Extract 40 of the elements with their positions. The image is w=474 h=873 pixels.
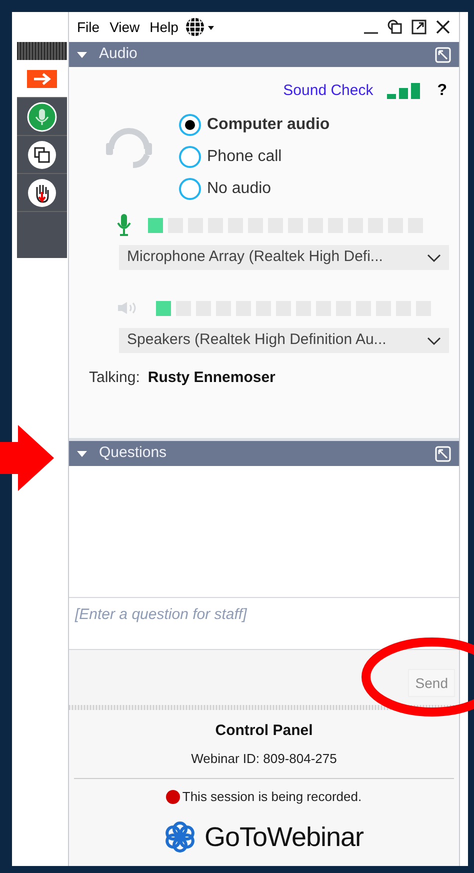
grip-handle[interactable] xyxy=(17,42,67,60)
sound-check-link[interactable]: Sound Check xyxy=(283,80,374,102)
undock-icon[interactable] xyxy=(435,446,451,462)
undock-icon[interactable] xyxy=(435,46,451,62)
webinar-id: Webinar ID: 809-804-275 xyxy=(191,750,337,768)
collapse-triangle-icon xyxy=(77,50,87,58)
radio-label: Computer audio xyxy=(207,115,330,135)
microphone-icon xyxy=(27,102,57,132)
radio-label: No audio xyxy=(207,179,272,199)
flower-logo-icon xyxy=(164,820,196,853)
talking-label: Talking: xyxy=(89,368,140,388)
talking-name: Rusty Ennemoser xyxy=(148,368,276,388)
radio-button[interactable] xyxy=(179,146,201,168)
annotation-arrow xyxy=(0,425,54,491)
radio-label: Phone call xyxy=(207,147,282,167)
windows-icon[interactable] xyxy=(387,19,403,35)
panel-title: Control Panel xyxy=(215,721,313,741)
section-title: Questions xyxy=(99,443,167,464)
speakers-dropdown[interactable]: Speakers (Realtek High Definition Au... xyxy=(119,328,449,353)
raised-hand-icon xyxy=(27,178,57,208)
chevron-down-icon xyxy=(427,336,441,346)
close-icon[interactable] xyxy=(435,19,451,35)
collapse-triangle-icon xyxy=(77,450,87,458)
logo-text: GoToWebinar xyxy=(204,820,364,854)
radio-option[interactable]: Computer audio xyxy=(179,113,330,137)
radio-button[interactable] xyxy=(179,114,201,136)
help-icon[interactable]: ? xyxy=(437,79,447,103)
radio-option[interactable]: No audio xyxy=(179,177,330,201)
section-header[interactable]: Audio xyxy=(69,42,459,67)
chevron-down-icon xyxy=(427,252,441,262)
radio-option[interactable]: Phone call xyxy=(179,145,330,169)
section-title: Audio xyxy=(99,44,138,64)
popout-icon[interactable] xyxy=(411,19,427,35)
radio-button[interactable] xyxy=(179,178,201,200)
microphone-dropdown[interactable]: Microphone Array (Realtek High Defi... xyxy=(119,245,449,270)
section-header[interactable]: Questions xyxy=(69,441,459,466)
windows-icon xyxy=(27,140,57,170)
globe-icon[interactable] xyxy=(184,16,216,38)
recording-notice: This session is being recorded. xyxy=(182,788,362,806)
microphone-icon xyxy=(117,214,131,236)
